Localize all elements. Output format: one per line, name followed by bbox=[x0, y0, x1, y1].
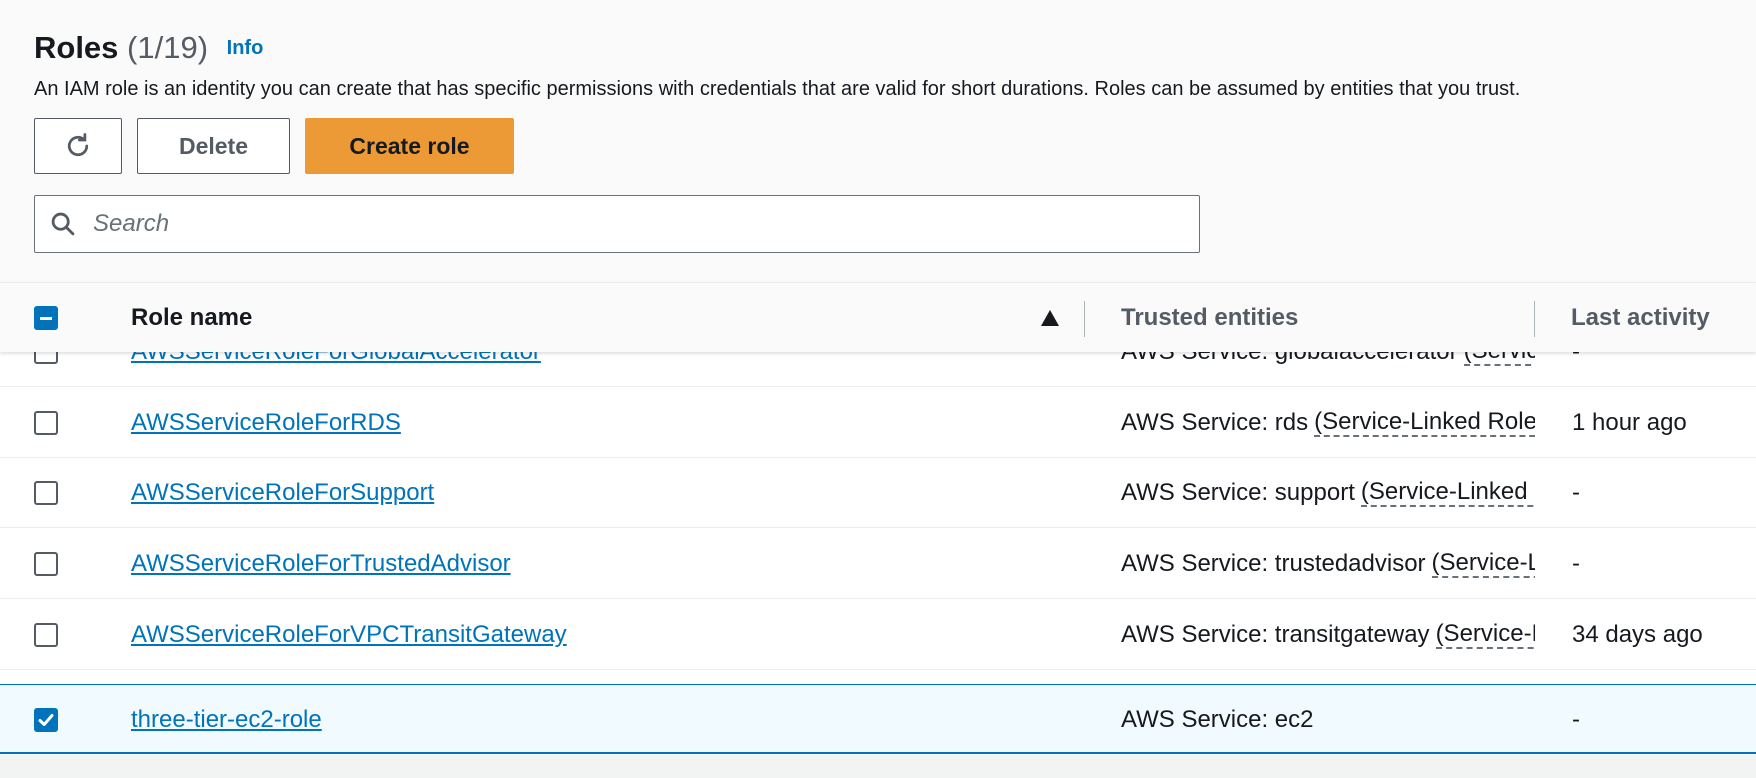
checkmark-icon bbox=[38, 714, 54, 726]
table-row-selected[interactable]: three-tier-ec2-role AWS Service: ec2 - bbox=[0, 684, 1756, 754]
table-row[interactable]: AWSServiceRoleForTrustedAdvisor AWS Serv… bbox=[0, 529, 1756, 599]
last-activity: - bbox=[1572, 479, 1580, 506]
row-checkbox[interactable] bbox=[34, 552, 58, 576]
service-linked-role-tooltip[interactable]: (Service-Linked Role) bbox=[1360, 479, 1535, 507]
page-title: Roles (1/19) Info bbox=[34, 30, 263, 66]
role-name-link[interactable]: AWSServiceRoleForGlobalAccelerator bbox=[131, 352, 541, 366]
service-linked-role-tooltip[interactable]: (Service-Linked Role) bbox=[1314, 409, 1535, 437]
info-link[interactable]: Info bbox=[227, 37, 264, 59]
last-activity: - bbox=[1572, 706, 1580, 733]
roles-table-body: AWSServiceRoleForGlobalAccelerator AWS S… bbox=[0, 352, 1756, 754]
search-icon bbox=[49, 208, 81, 240]
service-linked-role-tooltip[interactable]: (Service-Linked Role) bbox=[1435, 621, 1535, 649]
refresh-icon bbox=[67, 133, 89, 157]
role-count: (1/19) bbox=[127, 30, 209, 65]
role-name-link[interactable]: AWSServiceRoleForTrustedAdvisor bbox=[131, 550, 511, 578]
roles-panel: Roles (1/19) Info An IAM role is an iden… bbox=[0, 0, 1756, 755]
trusted-entity: AWS Service: ec2 bbox=[1121, 706, 1314, 733]
select-all-checkbox[interactable] bbox=[34, 306, 58, 330]
last-activity: - bbox=[1572, 550, 1580, 577]
trusted-entity: AWS Service: transitgateway bbox=[1121, 621, 1430, 648]
page-background bbox=[0, 755, 1756, 778]
column-resizer[interactable] bbox=[1084, 301, 1085, 337]
title-text: Roles bbox=[34, 30, 119, 65]
column-header-role-name[interactable]: Role name bbox=[131, 283, 252, 353]
create-role-button[interactable]: Create role bbox=[305, 118, 514, 174]
search-input[interactable] bbox=[93, 210, 1173, 238]
table-row[interactable]: AWSServiceRoleForSupport AWS Service: su… bbox=[0, 458, 1756, 528]
last-activity: 1 hour ago bbox=[1572, 409, 1687, 436]
table-header: Role name Trusted entities Last activity bbox=[0, 282, 1756, 352]
table-row[interactable]: AWSServiceRoleForVPCTransitGateway AWS S… bbox=[0, 600, 1756, 670]
delete-button[interactable]: Delete bbox=[137, 118, 290, 174]
column-header-last-activity[interactable]: Last activity bbox=[1571, 283, 1710, 353]
role-name-link[interactable]: AWSServiceRoleForSupport bbox=[131, 479, 434, 507]
row-checkbox[interactable] bbox=[34, 481, 58, 505]
trusted-entity: AWS Service: globalaccelerator bbox=[1121, 352, 1458, 366]
service-linked-role-tooltip[interactable]: (Service-Linked Role) bbox=[1431, 550, 1535, 578]
sort-ascending-icon[interactable] bbox=[1040, 309, 1060, 327]
column-resizer[interactable] bbox=[1534, 301, 1535, 337]
table-row[interactable]: AWSServiceRoleForRDS AWS Service: rds (Se… bbox=[0, 388, 1756, 458]
role-name-link[interactable]: three-tier-ec2-role bbox=[131, 706, 322, 734]
trusted-entity: AWS Service: support bbox=[1121, 479, 1355, 506]
role-name-link[interactable]: AWSServiceRoleForVPCTransitGateway bbox=[131, 621, 567, 649]
service-linked-role-tooltip[interactable]: (Service-Linked Role) bbox=[1463, 352, 1535, 366]
row-checkbox[interactable] bbox=[34, 352, 58, 364]
row-checkbox[interactable] bbox=[34, 623, 58, 647]
table-row[interactable]: AWSServiceRoleForGlobalAccelerator AWS S… bbox=[0, 352, 1756, 387]
search-box[interactable] bbox=[34, 195, 1200, 253]
trusted-entity: AWS Service: trustedadvisor bbox=[1121, 550, 1426, 577]
role-name-link[interactable]: AWSServiceRoleForRDS bbox=[131, 409, 401, 437]
roles-header-area: Roles (1/19) Info An IAM role is an iden… bbox=[0, 0, 1756, 282]
row-checkbox[interactable] bbox=[34, 411, 58, 435]
page-description: An IAM role is an identity you can creat… bbox=[34, 78, 1521, 100]
refresh-button[interactable] bbox=[34, 118, 122, 174]
column-header-trusted-entities[interactable]: Trusted entities bbox=[1121, 283, 1298, 353]
row-checkbox-checked[interactable] bbox=[34, 708, 58, 732]
last-activity: - bbox=[1572, 352, 1756, 387]
trusted-entity: AWS Service: rds bbox=[1121, 409, 1309, 436]
last-activity: 34 days ago bbox=[1572, 621, 1703, 648]
